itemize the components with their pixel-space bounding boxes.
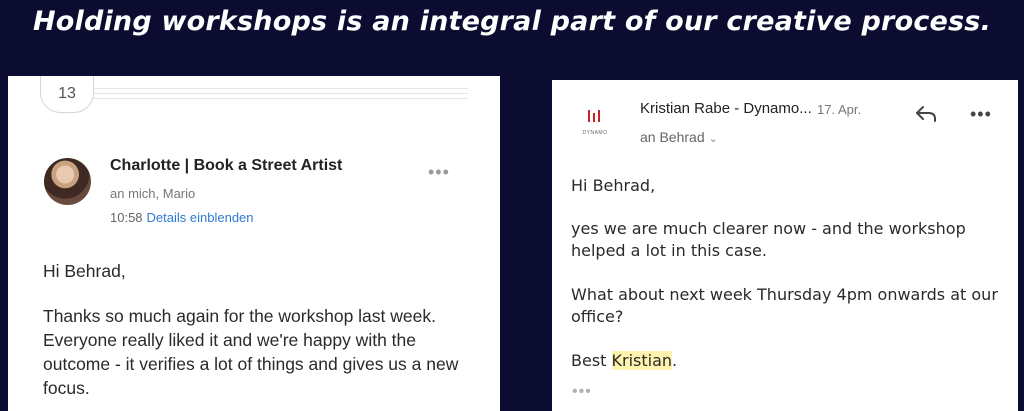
message-date: 17. Apr.: [817, 102, 862, 117]
thread-divider: [84, 98, 468, 99]
logo-bars-icon: [588, 110, 602, 124]
message-meta: 10:58 Details einblenden: [110, 210, 254, 225]
email-greeting: Hi Behrad,: [43, 261, 126, 281]
show-details-link[interactable]: Details einblenden: [147, 210, 254, 225]
email-body: Thanks so much again for the workshop la…: [43, 306, 459, 398]
reply-icon[interactable]: [914, 104, 938, 124]
thread-count-badge[interactable]: 13: [40, 76, 94, 113]
signoff-name: Kristian: [611, 351, 673, 370]
recipients: an mich, Mario: [110, 186, 196, 201]
thread-count: 13: [58, 85, 76, 102]
thread-divider: [84, 93, 468, 94]
email-body-paragraph: What about next week Thursday 4pm onward…: [571, 285, 998, 326]
avatar: [44, 158, 91, 205]
email-signoff: Best Kristian.: [571, 350, 677, 372]
thread-divider: [84, 88, 468, 89]
more-options-icon[interactable]: •••: [428, 162, 450, 183]
dynamo-logo: DYNAMO: [578, 104, 612, 144]
show-quoted-text-icon[interactable]: •••: [572, 383, 592, 401]
message-time: 10:58: [110, 210, 143, 225]
email-body-paragraph: yes we are much clearer now - and the wo…: [571, 219, 966, 260]
sender-name: Charlotte | Book a Street Artist: [110, 157, 343, 174]
headline: Holding workshops is an integral part of…: [32, 6, 992, 37]
email-card-kristian: DYNAMO Kristian Rabe - Dynamo... 17. Apr…: [552, 80, 1018, 411]
chevron-down-icon: ⌄: [708, 133, 718, 145]
recipient-toggle[interactable]: an Behrad ⌄: [640, 129, 718, 145]
email-greeting: Hi Behrad,: [571, 176, 656, 195]
signoff-prefix: Best: [571, 351, 612, 370]
signoff-suffix: .: [672, 351, 678, 370]
sender-name: Kristian Rabe - Dynamo...: [640, 100, 812, 117]
more-options-icon[interactable]: •••: [970, 104, 992, 125]
email-card-charlotte: 13 Charlotte | Book a Street Artist ••• …: [8, 76, 500, 411]
recipient-label: an Behrad: [640, 129, 705, 145]
logo-text: DYNAMO: [582, 130, 608, 136]
